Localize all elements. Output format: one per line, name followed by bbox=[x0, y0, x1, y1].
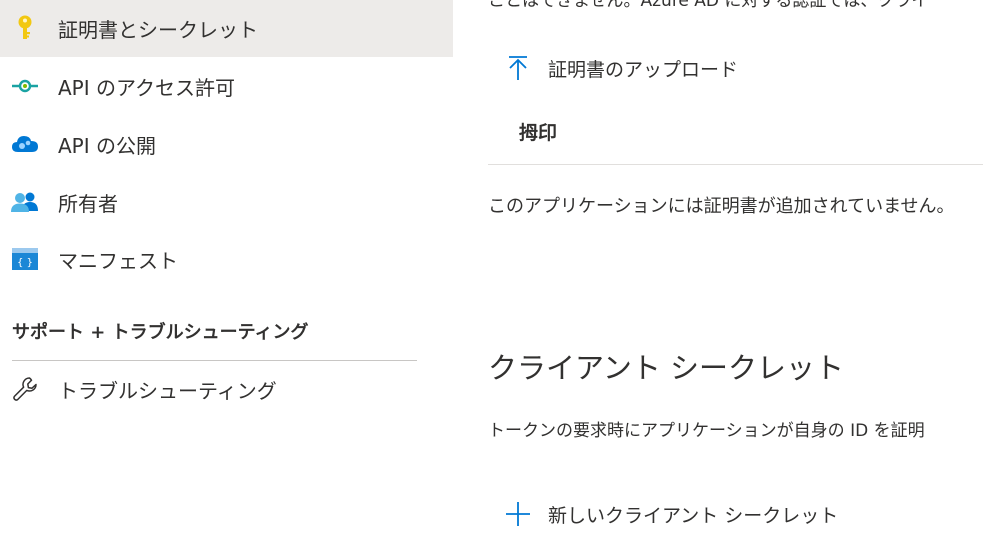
no-certificates-message: このアプリケーションには証明書が追加されていません。 bbox=[488, 196, 955, 217]
key-icon bbox=[11, 14, 39, 42]
new-client-secret-label: 新しいクライアント シークレット bbox=[548, 504, 839, 527]
upload-certificate-button[interactable]: 証明書のアップロード bbox=[504, 54, 738, 82]
sidebar-item-troubleshooting[interactable]: トラブルシューティング bbox=[0, 361, 453, 418]
sidebar-item-expose-api[interactable]: API の公開 bbox=[0, 116, 453, 173]
manifest-icon: { } bbox=[11, 245, 39, 273]
sidebar-item-api-permissions[interactable]: API のアクセス許可 bbox=[0, 58, 453, 115]
app-root: 証明書とシークレット API のアクセス許可 API の公開 所有者 {} マ… bbox=[0, 0, 983, 559]
intro-text: ことはできません。Azure AD に対する認証では、クライ bbox=[488, 0, 929, 11]
sidebar-nav: 証明書とシークレット API のアクセス許可 API の公開 所有者 {} マ… bbox=[0, 0, 453, 559]
sidebar-item-label: API の公開 bbox=[58, 134, 156, 158]
client-secrets-description: トークンの要求時にアプリケーションが自身の ID を証明 bbox=[488, 421, 925, 441]
sidebar-item-label: トラブルシューティング bbox=[58, 379, 277, 403]
client-secrets-title: クライアント シークレット bbox=[488, 351, 845, 385]
sidebar-item-label: API のアクセス許可 bbox=[58, 76, 235, 100]
svg-text:{ }: { } bbox=[17, 258, 33, 269]
users-icon bbox=[11, 188, 39, 216]
wrench-icon bbox=[11, 375, 39, 403]
sidebar-item-certificates-secrets[interactable]: 証明書とシークレット bbox=[0, 0, 453, 57]
api-permissions-icon bbox=[11, 72, 39, 100]
sidebar-item-manifest[interactable]: { } マニフェスト bbox=[0, 231, 453, 288]
upload-icon bbox=[504, 54, 532, 82]
plus-icon bbox=[504, 500, 532, 528]
main-content: ことはできません。Azure AD に対する認証では、クライ 証明書のアップロー… bbox=[488, 0, 983, 559]
table-divider bbox=[488, 164, 983, 165]
cloud-api-icon bbox=[11, 130, 39, 158]
sidebar-item-label: マニフェスト bbox=[58, 249, 178, 273]
upload-certificate-label: 証明書のアップロード bbox=[548, 58, 739, 81]
thumbprint-column-header[interactable]: 拇印 bbox=[519, 118, 557, 145]
new-client-secret-button[interactable]: 新しいクライアント シークレット bbox=[504, 500, 838, 528]
sidebar-item-label: 所有者 bbox=[58, 192, 118, 216]
support-section-header: サポート + トラブルシューティング bbox=[12, 322, 309, 343]
sidebar-item-label: 証明書とシークレット bbox=[58, 18, 258, 42]
sidebar-item-owners[interactable]: 所有者 bbox=[0, 174, 453, 231]
